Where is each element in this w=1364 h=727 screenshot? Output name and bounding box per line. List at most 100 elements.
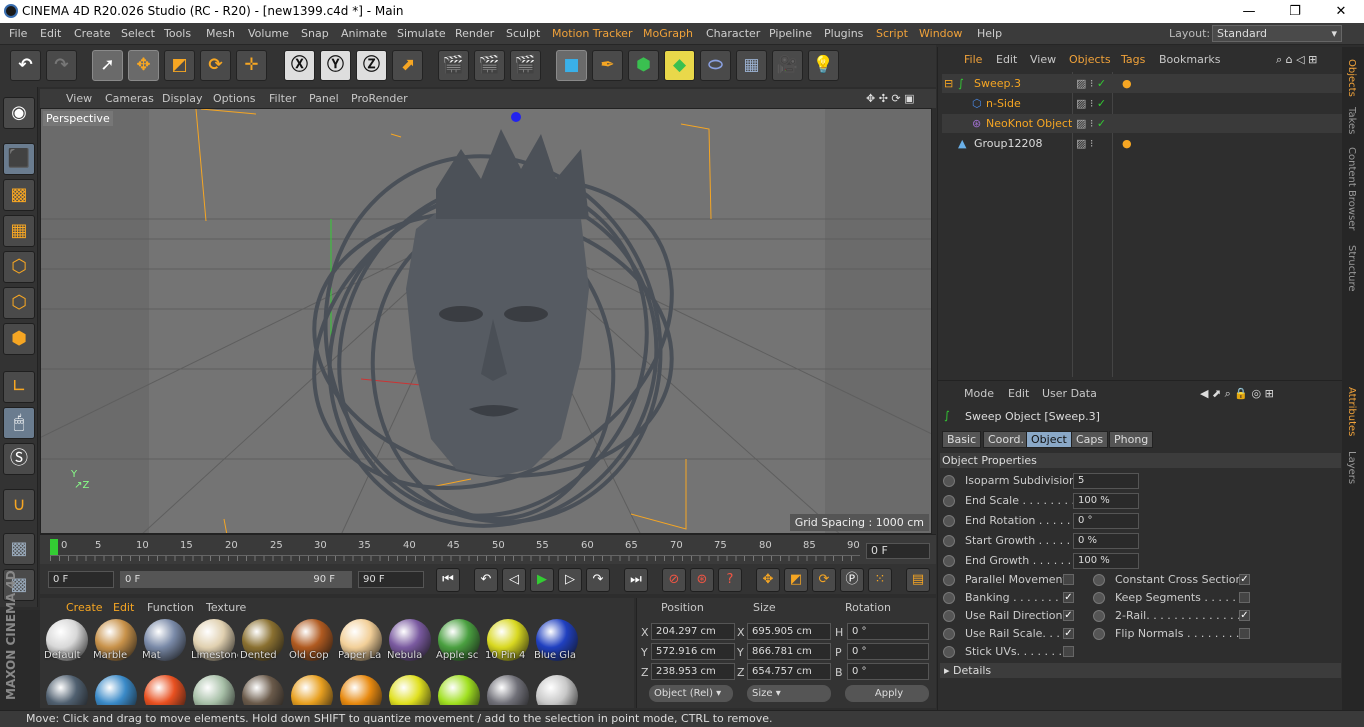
animate-radio[interactable] xyxy=(1093,574,1105,586)
key-point-level-icon[interactable]: ⁙ xyxy=(868,568,892,592)
autokey-icon[interactable]: ⊛ xyxy=(690,568,714,592)
tree-expand-icon[interactable]: ⊟ xyxy=(944,74,953,93)
size-z-field[interactable]: 654.757 cm xyxy=(747,663,831,680)
menu-select[interactable]: Select xyxy=(121,27,155,40)
material-menu-function[interactable]: Function xyxy=(147,601,194,614)
go-to-end-icon[interactable]: ⏭ xyxy=(624,568,648,592)
rot-p-field[interactable]: 0 ° xyxy=(847,643,929,660)
material-menu-create[interactable]: Create xyxy=(66,601,103,614)
make-editable-icon[interactable]: ◉ xyxy=(3,97,35,129)
material-menu-edit[interactable]: Edit xyxy=(113,601,134,614)
camera-label[interactable]: Perspective xyxy=(43,111,113,126)
timeline[interactable]: 0 5 10 15 20 25 30 35 40 45 50 55 60 65 … xyxy=(40,534,936,564)
transform-tool-icon[interactable]: ✛ xyxy=(236,50,267,81)
viewport-menu-filter[interactable]: Filter xyxy=(269,92,296,105)
menu-render[interactable]: Render xyxy=(455,27,494,40)
rot-h-field[interactable]: 0 ° xyxy=(847,623,929,640)
menu-sculpt[interactable]: Sculpt xyxy=(506,27,540,40)
render-picture-viewer-icon[interactable]: 🎬 xyxy=(474,50,505,81)
camera-icon[interactable]: 🎥 xyxy=(772,50,803,81)
keyframe-selection-icon[interactable]: ? xyxy=(718,568,742,592)
model-mode-icon[interactable]: ⬛ xyxy=(3,143,35,175)
object-row[interactable]: ⊟ ∫ Sweep.3 ▨ ⁝ ✓ ● xyxy=(942,74,1342,93)
animate-radio[interactable] xyxy=(943,475,955,487)
cube-object-icon[interactable]: ■ xyxy=(556,50,587,81)
object-name[interactable]: Group12208 xyxy=(974,134,1042,153)
menu-edit[interactable]: Edit xyxy=(40,27,61,40)
animate-radio[interactable] xyxy=(943,646,955,658)
object-menu-file[interactable]: File xyxy=(964,53,982,66)
animate-radio[interactable] xyxy=(943,628,955,640)
object-menu-edit[interactable]: Edit xyxy=(996,53,1017,66)
visibility-dots-icon[interactable]: ▨ ⁝ ✓ xyxy=(1076,114,1106,133)
animate-radio[interactable] xyxy=(943,574,955,586)
render-view-icon[interactable]: 🎬 xyxy=(438,50,469,81)
material-swatch[interactable] xyxy=(142,675,189,705)
material-swatch[interactable] xyxy=(534,675,581,705)
viewport-menu-display[interactable]: Display xyxy=(162,92,203,105)
size-y-field[interactable]: 866.781 cm xyxy=(747,643,831,660)
material-swatch[interactable] xyxy=(240,675,287,705)
snapping-icon[interactable]: ∪ xyxy=(3,489,35,521)
size-x-field[interactable]: 695.905 cm xyxy=(747,623,831,640)
animate-radio[interactable] xyxy=(943,515,955,527)
animate-radio[interactable] xyxy=(1093,628,1105,640)
menu-volume[interactable]: Volume xyxy=(248,27,289,40)
end-rotation-field[interactable]: 0 ° xyxy=(1073,513,1139,529)
viewport-menu-panel[interactable]: Panel xyxy=(309,92,339,105)
isoparm-subdivision-field[interactable]: 5 xyxy=(1073,473,1139,489)
frame-range-slider[interactable]: 0 F 90 F xyxy=(120,571,352,588)
menu-create[interactable]: Create xyxy=(74,27,111,40)
material-tag-icon[interactable]: ● xyxy=(1122,74,1132,93)
material-swatch[interactable]: Default xyxy=(44,619,91,671)
material-swatch[interactable] xyxy=(289,675,336,705)
side-tab-structure[interactable]: Structure xyxy=(1346,245,1357,292)
animate-radio[interactable] xyxy=(943,495,955,507)
material-swatch[interactable] xyxy=(191,675,238,705)
menu-plugins[interactable]: Plugins xyxy=(824,27,863,40)
subdivision-surface-icon[interactable]: ⬢ xyxy=(628,50,659,81)
object-name[interactable]: Sweep.3 xyxy=(974,74,1021,93)
side-tab-layers[interactable]: Layers xyxy=(1346,451,1357,484)
viewport-menu-cameras[interactable]: Cameras xyxy=(105,92,154,105)
material-swatch[interactable]: 10 Pin 4 xyxy=(485,619,532,671)
apply-button[interactable]: Apply xyxy=(845,685,929,702)
pos-x-field[interactable]: 204.297 cm xyxy=(651,623,735,640)
menu-help[interactable]: Help xyxy=(977,27,1002,40)
menu-window[interactable]: Window xyxy=(919,27,962,40)
object-row[interactable]: ⬡ n-Side ▨ ⁝ ✓ xyxy=(942,94,1342,113)
menu-mograph[interactable]: MoGraph xyxy=(643,27,693,40)
points-mode-icon[interactable]: ⬡ xyxy=(3,251,35,283)
edges-mode-icon[interactable]: ⬡ xyxy=(3,287,35,319)
menu-snap[interactable]: Snap xyxy=(301,27,329,40)
scale-tool-icon[interactable]: ◩ xyxy=(164,50,195,81)
object-manager-tools-icon[interactable]: ⌕ ⌂ ◁ ⊞ xyxy=(1276,53,1317,67)
banking-checkbox[interactable]: ✓ xyxy=(1063,592,1074,603)
material-swatch[interactable] xyxy=(338,675,385,705)
move-tool-icon[interactable]: ✥ xyxy=(128,50,159,81)
menu-file[interactable]: File xyxy=(9,27,27,40)
side-tab-objects[interactable]: Objects xyxy=(1346,59,1357,97)
tab-caps[interactable]: Caps xyxy=(1071,431,1109,448)
use-rail-scale-checkbox[interactable]: ✓ xyxy=(1063,628,1074,639)
coordinate-system-icon[interactable]: ⬈ xyxy=(392,50,423,81)
pen-spline-icon[interactable]: ✒ xyxy=(592,50,623,81)
size-mode-dropdown[interactable]: Size ▾ xyxy=(747,685,831,702)
maximize-button[interactable]: ❐ xyxy=(1272,0,1318,23)
end-scale-field[interactable]: 100 % xyxy=(1073,493,1139,509)
rotate-tool-icon[interactable]: ⟳ xyxy=(200,50,231,81)
menu-tools[interactable]: Tools xyxy=(164,27,191,40)
axis-mode-icon[interactable]: ∟ xyxy=(3,371,35,403)
keep-segments-checkbox[interactable] xyxy=(1239,592,1250,603)
material-swatch[interactable]: Mat xyxy=(142,619,189,671)
animate-radio[interactable] xyxy=(943,592,955,604)
attr-nav-icons[interactable]: ◀ ⬈ ⌕ 🔒 ◎ ⊞ xyxy=(1200,387,1274,401)
viewport-menu-options[interactable]: Options xyxy=(213,92,255,105)
material-swatch[interactable]: Blue Gla xyxy=(534,619,581,671)
attr-menu-mode[interactable]: Mode xyxy=(964,387,994,400)
tab-basic[interactable]: Basic xyxy=(942,431,982,448)
animate-radio[interactable] xyxy=(943,555,955,567)
previous-frame-icon[interactable]: ◁ xyxy=(502,568,526,592)
menu-character[interactable]: Character xyxy=(706,27,760,40)
animate-radio[interactable] xyxy=(943,610,955,622)
